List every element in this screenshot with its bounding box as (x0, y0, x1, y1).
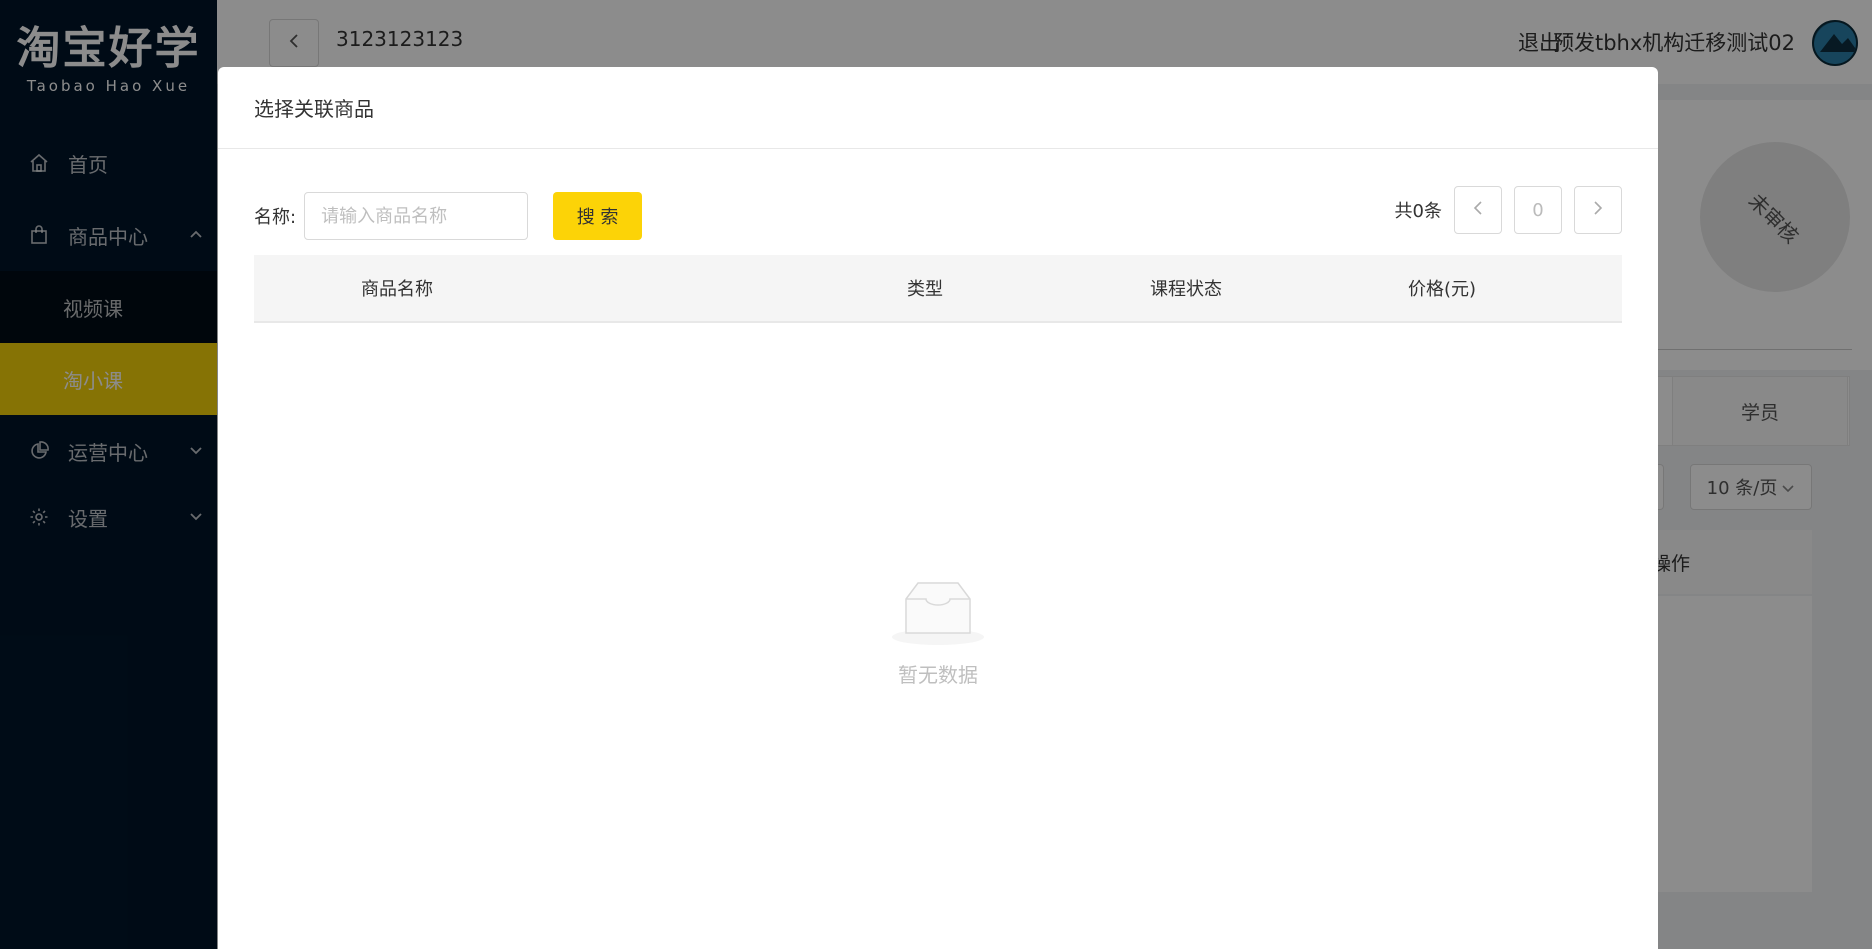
product-table-header: 商品名称 类型 课程状态 价格(元) (254, 255, 1622, 323)
pagination: 共0条 0 (1395, 186, 1622, 234)
prev-page-button[interactable] (1454, 186, 1502, 234)
column-header-status: 课程状态 (1150, 279, 1222, 300)
empty-state: 暂无数据 (218, 577, 1658, 688)
total-count: 共0条 (1394, 201, 1442, 222)
column-header-price: 价格(元) (1408, 279, 1477, 300)
current-page[interactable]: 0 (1514, 186, 1562, 234)
column-header-name: 商品名称 (361, 279, 433, 300)
chevron-left-icon (1473, 200, 1483, 221)
select-product-modal: 选择关联商品 名称: 搜 索 共0条 0 商品名称 类型 课程状态 价格(元) (218, 67, 1658, 949)
search-row: 名称: 搜 索 (254, 192, 643, 240)
column-header-type: 类型 (907, 279, 943, 300)
search-label: 名称: (254, 207, 297, 228)
product-name-input[interactable] (304, 192, 529, 240)
chevron-right-icon (1593, 200, 1603, 221)
search-button[interactable]: 搜 索 (553, 192, 643, 240)
empty-inbox-icon (892, 582, 984, 645)
next-page-button[interactable] (1574, 186, 1622, 234)
empty-text: 暂无数据 (898, 663, 978, 687)
modal-title: 选择关联商品 (218, 67, 1658, 149)
